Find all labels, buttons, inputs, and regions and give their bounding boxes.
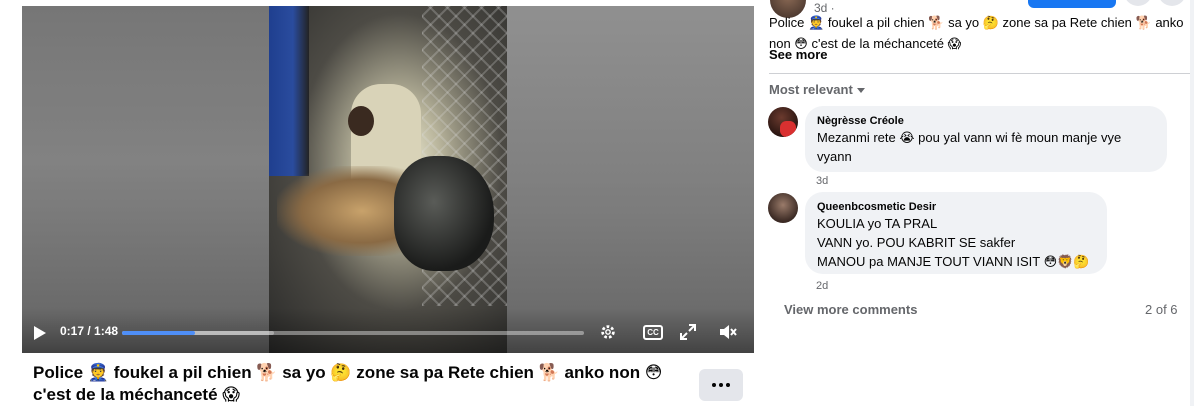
video-player[interactable]: 0:17 / 1:48 CC [22,6,754,353]
video-blur-background-left [22,6,269,353]
see-more-link[interactable]: See more [769,47,828,62]
comment-line: VANN yo. POU KABRIT SE sakfer [817,235,1016,250]
comment-line: MANOU pa MANJE TOUT VIANN ISIT 😳🦁🤔 [817,254,1090,269]
comment-text: Mezanmi rete 😭 pou yal vann wi fè moun m… [817,130,1122,164]
video-blur-background-right [507,6,754,353]
comment-time[interactable]: 3d [816,175,828,187]
comment-bubble: Queenbcosmetic Desir KOULIA yo TA PRAL V… [805,192,1107,274]
sort-dropdown[interactable]: Most relevant [769,82,865,97]
frame-figure-left [269,6,309,176]
progress-bar[interactable] [122,331,584,335]
follow-button[interactable] [1028,0,1116,8]
more-horizontal-icon [712,383,716,387]
video-controls: 0:17 / 1:48 CC [22,308,754,353]
post-description: Police 👮 foukel a pil chien 🐕 sa yo 🤔 zo… [769,15,1184,51]
comment-line: KOULIA yo TA PRAL [817,216,938,231]
fullscreen-icon[interactable] [678,322,698,342]
chevron-down-icon [856,88,865,93]
commenter-avatar[interactable] [768,193,798,223]
view-more-comments-link[interactable]: View more comments [784,302,917,317]
frame-person-head [348,106,374,136]
frame-bag [394,156,494,271]
commenter-name[interactable]: Queenbcosmetic Desir [817,200,1095,214]
play-icon[interactable] [34,326,46,340]
settings-icon[interactable] [598,322,618,342]
played-fill [122,331,195,335]
scrollbar[interactable] [1190,0,1194,406]
commenter-name[interactable]: Nègrèsse Créole [817,114,1155,128]
comment-time[interactable]: 2d [816,280,828,292]
more-dot [726,383,730,387]
commenter-avatar[interactable] [768,107,798,137]
more-dot [719,383,723,387]
comment-pager: 2 of 6 [1145,302,1178,317]
video-frame [269,6,507,353]
cc-icon[interactable]: CC [643,322,663,342]
sort-label: Most relevant [769,82,853,97]
divider [769,73,1192,74]
post-title: Police 👮 foukel a pil chien 🐕 sa yo 🤔 zo… [33,363,663,404]
comment-bubble: Nègrèsse Créole Mezanmi rete 😭 pou yal v… [805,106,1167,172]
more-options-button[interactable] [699,369,743,401]
time-display: 0:17 / 1:48 [60,324,119,338]
volume-muted-icon[interactable] [718,322,738,342]
